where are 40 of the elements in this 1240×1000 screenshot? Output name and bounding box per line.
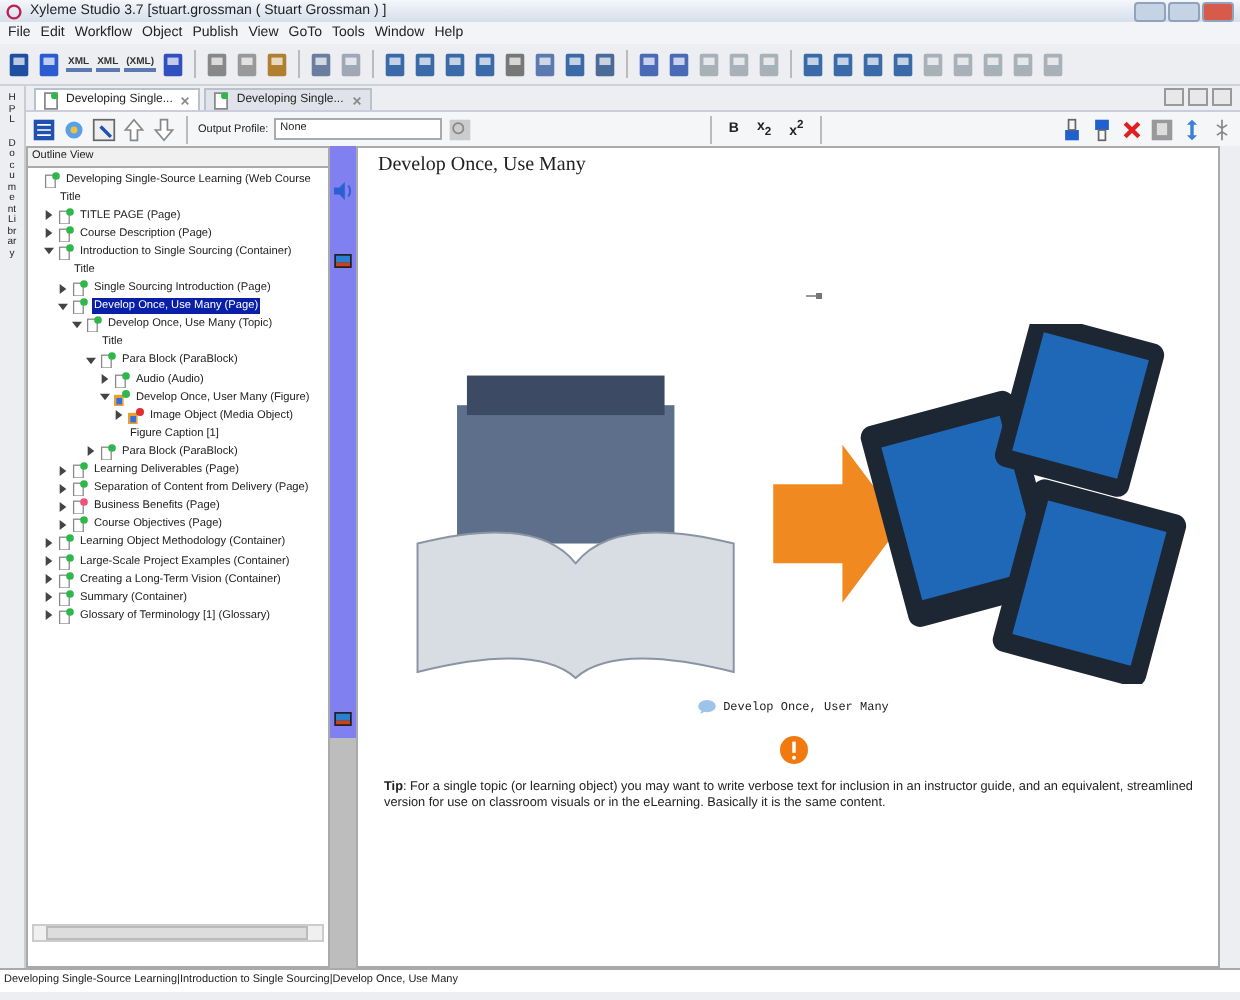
document-icon (44, 171, 60, 188)
close-button[interactable] (1202, 1, 1234, 21)
stamp-icon[interactable] (1060, 117, 1085, 141)
expand-arrow-icon[interactable] (58, 519, 68, 530)
collapse-arrow-icon[interactable] (100, 392, 110, 403)
stamp-icon[interactable] (1090, 117, 1115, 141)
expand-arrow-icon[interactable] (58, 465, 68, 476)
image-icon[interactable] (334, 254, 352, 268)
horizontal-scrollbar[interactable] (32, 924, 324, 942)
expand-arrow-icon[interactable] (86, 446, 96, 457)
expand-arrow-icon[interactable] (44, 574, 54, 585)
expand-arrow-icon[interactable] (58, 283, 68, 294)
expand-arrow-icon[interactable] (44, 610, 54, 621)
document-icon (100, 443, 116, 460)
speech-bubble-icon (697, 700, 716, 714)
expand-arrow-icon[interactable] (44, 228, 54, 239)
expand-arrow-icon[interactable] (44, 210, 54, 221)
close-icon[interactable] (180, 95, 191, 105)
arrow-up-icon[interactable] (122, 117, 146, 141)
collapse-arrow-icon[interactable] (58, 301, 68, 312)
expand-arrow-icon[interactable] (44, 592, 54, 603)
collapse-arrow-icon[interactable] (86, 355, 96, 366)
expand-arrow-icon[interactable] (44, 556, 54, 567)
collapse-arrow-icon[interactable] (44, 246, 54, 257)
expand-arrow-icon[interactable] (44, 537, 54, 548)
image-icon[interactable] (334, 712, 352, 726)
delete-icon[interactable] (1120, 117, 1145, 141)
arrow-down-icon[interactable] (152, 117, 176, 141)
collapse-arrow-icon[interactable] (72, 319, 82, 330)
document-heading: Develop Once, Use Many (378, 154, 586, 176)
list-icon[interactable] (32, 117, 56, 141)
select-icon[interactable] (92, 117, 116, 141)
anchor-icon (805, 292, 821, 300)
expand-arrow-icon[interactable] (58, 501, 68, 512)
warning-icon (779, 736, 807, 764)
expand-arrow-icon[interactable] (114, 410, 124, 421)
close-icon[interactable] (351, 95, 362, 105)
app-logo-icon (6, 3, 22, 19)
expand-arrow-icon[interactable] (100, 374, 110, 385)
expand-arrow-icon[interactable] (58, 483, 68, 494)
